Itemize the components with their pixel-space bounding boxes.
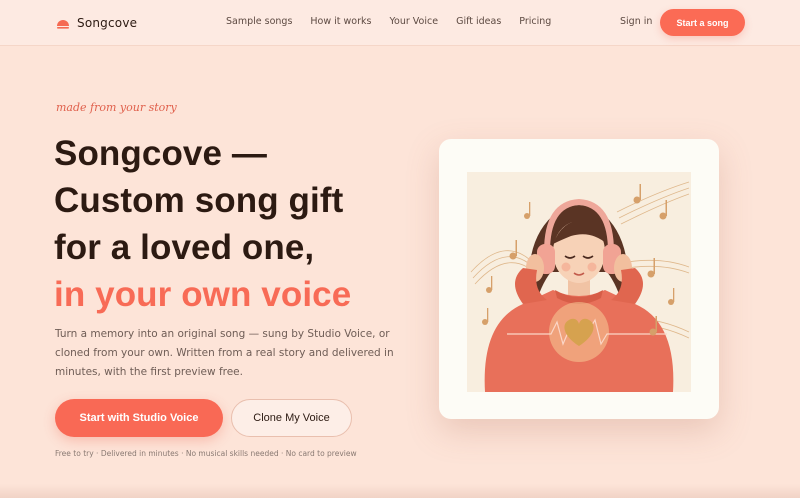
nav-links: Sample songs How it works Your Voice Gif… [226, 16, 569, 27]
brand-name: Songcove [77, 16, 138, 30]
nav-link-your-voice[interactable]: Your Voice [389, 16, 438, 27]
nav-link-gift-ideas[interactable]: Gift ideas [456, 16, 501, 27]
girl-with-headphones-illustration [467, 172, 691, 392]
sign-in-link[interactable]: Sign in [620, 16, 652, 27]
headline-accent-line: in your own voice [54, 275, 352, 314]
hero-headline: Songcove — Custom song gift for a loved … [54, 130, 351, 318]
hero-tagline: made from your story [56, 101, 177, 114]
headline-line-3: for a loved one, [54, 228, 315, 267]
start-with-studio-voice-button[interactable]: Start with Studio Voice [55, 399, 223, 437]
nav-link-sample-songs[interactable]: Sample songs [226, 16, 292, 27]
half-sun-icon [57, 20, 69, 29]
feature-list: Free to try · Delivered in minutes · No … [55, 449, 357, 458]
start-a-song-button[interactable]: Start a song [660, 9, 745, 36]
headline-line-1: Songcove — [54, 134, 267, 173]
hero-description: Turn a memory into an original song — su… [55, 328, 394, 378]
hero-image-card [439, 139, 719, 419]
nav-link-how-it-works[interactable]: How it works [310, 16, 371, 27]
bottom-edge-shadow [0, 484, 800, 498]
headline-line-2: Custom song gift [54, 181, 344, 220]
brand-logo[interactable]: Songcove [56, 14, 137, 32]
clone-my-voice-button[interactable]: Clone My Voice [231, 399, 352, 437]
top-navigation-bar: Songcove Sample songs How it works Your … [0, 0, 800, 46]
nav-link-pricing[interactable]: Pricing [519, 16, 551, 27]
